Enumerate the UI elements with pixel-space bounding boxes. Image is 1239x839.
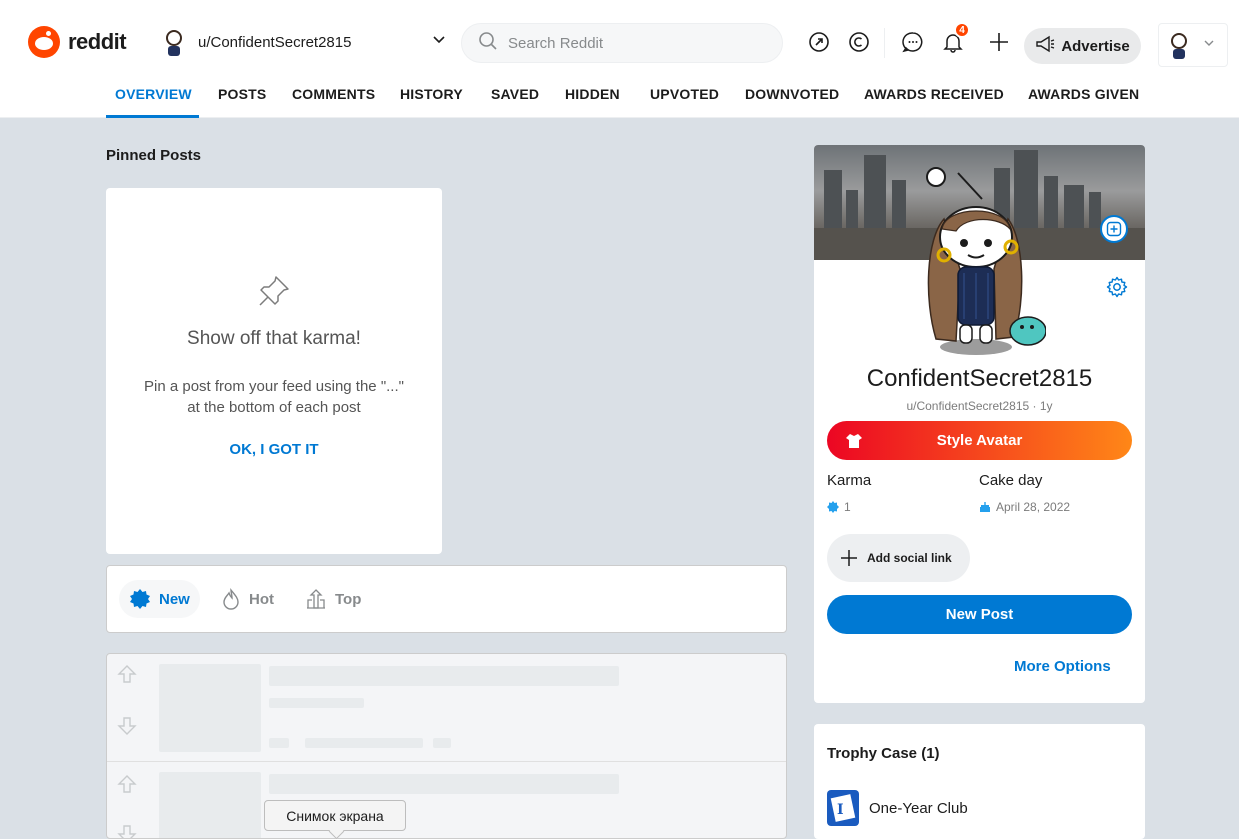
add-image-icon <box>1106 221 1122 237</box>
downvote-icon[interactable] <box>117 716 137 741</box>
tab-awards-given[interactable]: AWARDS GIVEN <box>1028 86 1139 102</box>
search-input[interactable] <box>508 34 758 52</box>
new-burst-icon <box>130 589 150 609</box>
active-tab-indicator <box>106 115 199 118</box>
sort-bar: New Hot Top <box>106 565 787 633</box>
trophy-name: One-Year Club <box>869 799 968 817</box>
placeholder-post <box>107 762 786 838</box>
placeholder-line <box>433 738 451 748</box>
snoo-avatar[interactable] <box>916 159 1047 355</box>
community-switcher[interactable]: u/ConfidentSecret2815 <box>160 24 446 60</box>
reddit-logo[interactable]: reddit <box>28 26 127 58</box>
placeholder-thumbnail <box>159 772 261 838</box>
more-options-button[interactable]: More Options <box>1014 658 1111 675</box>
tab-history[interactable]: HISTORY <box>400 86 463 102</box>
tab-comments[interactable]: COMMENTS <box>292 86 375 102</box>
sort-new-label: New <box>159 590 190 608</box>
cake-icon <box>980 502 990 512</box>
placeholder-line <box>269 666 619 686</box>
search-bar[interactable] <box>461 23 783 63</box>
tab-saved[interactable]: SAVED <box>491 86 539 102</box>
advertise-label: Advertise <box>1061 37 1130 55</box>
plus-icon <box>841 550 857 566</box>
add-banner-image-button[interactable] <box>1100 215 1128 243</box>
create-post-icon[interactable] <box>987 30 1011 54</box>
post-feed-loading <box>106 653 787 839</box>
add-social-link-label: Add social link <box>867 551 952 565</box>
tshirt-icon <box>845 432 863 454</box>
svg-text:I: I <box>837 802 844 818</box>
advertise-button[interactable]: Advertise <box>1024 28 1141 64</box>
pinned-posts-heading: Pinned Posts <box>106 147 202 164</box>
placeholder-line <box>305 738 423 748</box>
coins-icon[interactable] <box>847 30 871 54</box>
tab-upvoted[interactable]: UPVOTED <box>650 86 719 102</box>
profile-tabs: OVERVIEW POSTS COMMENTS HISTORY SAVED HI… <box>0 68 1239 118</box>
tab-awards-received[interactable]: AWARDS RECEIVED <box>864 86 1004 102</box>
sort-top-button[interactable]: Top <box>295 580 371 618</box>
add-social-link-button[interactable]: Add social link <box>827 534 970 582</box>
pinned-description: Pin a post from your feed using the "...… <box>144 378 404 416</box>
cakeday-value: April 28, 2022 <box>996 500 1071 514</box>
top-header: reddit u/ConfidentSecret2815 4 Adve <box>0 0 1239 68</box>
trophy-case-card: Trophy Case (1) I One-Year Club <box>814 724 1145 839</box>
tab-posts[interactable]: POSTS <box>218 86 266 102</box>
style-avatar-button[interactable]: Style Avatar <box>827 421 1132 460</box>
sort-hot-label: Hot <box>249 590 274 608</box>
karma-value: 1 <box>844 500 851 514</box>
flame-icon <box>223 588 239 610</box>
one-year-club-trophy-icon: I <box>827 790 859 826</box>
profile-avatar-icon <box>1165 29 1193 61</box>
profile-card: ConfidentSecret2815 u/ConfidentSecret281… <box>814 145 1145 703</box>
user-dropdown[interactable] <box>1158 23 1228 67</box>
header-divider <box>884 28 885 58</box>
chat-icon[interactable] <box>901 30 925 54</box>
sort-top-label: Top <box>335 590 362 608</box>
logo-text: reddit <box>68 29 127 54</box>
karma-icon <box>827 501 839 513</box>
profile-subtitle: u/ConfidentSecret2815 · 1y <box>906 399 1053 413</box>
placeholder-line <box>269 738 289 748</box>
style-avatar-label: Style Avatar <box>936 432 1023 449</box>
sort-new-button[interactable]: New <box>119 580 200 618</box>
karma-label: Karma <box>827 472 872 489</box>
tab-downvoted[interactable]: DOWNVOTED <box>745 86 839 102</box>
placeholder-line <box>269 698 364 708</box>
new-post-button[interactable]: New Post <box>827 595 1132 634</box>
karma-value-row: 1 <box>827 500 851 514</box>
chevron-down-icon <box>432 32 446 49</box>
sort-hot-button[interactable]: Hot <box>211 580 284 618</box>
reddit-logo-icon <box>28 26 60 58</box>
got-it-button[interactable]: OK, I GOT IT <box>106 441 442 458</box>
notification-badge: 4 <box>954 22 970 38</box>
notifications-bell[interactable]: 4 <box>941 22 970 54</box>
downvote-icon[interactable] <box>117 824 137 838</box>
cakeday-label: Cake day <box>979 472 1043 489</box>
screenshot-tooltip: Снимок экрана <box>264 800 406 831</box>
placeholder-thumbnail <box>159 664 261 752</box>
cakeday-value-row: April 28, 2022 <box>979 500 1070 514</box>
pin-icon <box>257 274 291 313</box>
tab-hidden[interactable]: HIDDEN <box>565 86 620 102</box>
placeholder-line <box>269 774 619 794</box>
user-avatar-icon <box>160 26 188 58</box>
trophy-case-heading: Trophy Case (1) <box>827 745 940 762</box>
upvote-icon[interactable] <box>117 664 137 689</box>
pinned-posts-card: Show off that karma! Pin a post from you… <box>106 188 442 554</box>
popular-icon[interactable] <box>807 30 831 54</box>
search-icon <box>478 31 498 56</box>
tab-overview[interactable]: OVERVIEW <box>115 86 192 102</box>
trophy-item[interactable]: I One-Year Club <box>827 790 968 826</box>
pinned-headline: Show off that karma! <box>187 328 361 349</box>
placeholder-post <box>107 654 786 762</box>
megaphone-icon <box>1035 35 1055 57</box>
current-username: u/ConfidentSecret2815 <box>198 33 352 51</box>
chevron-down-icon <box>1203 36 1215 54</box>
upvote-icon[interactable] <box>117 774 137 799</box>
profile-display-name: ConfidentSecret2815 <box>866 365 1093 392</box>
profile-settings-gear-icon[interactable] <box>1106 276 1128 303</box>
top-chart-icon <box>307 589 325 609</box>
